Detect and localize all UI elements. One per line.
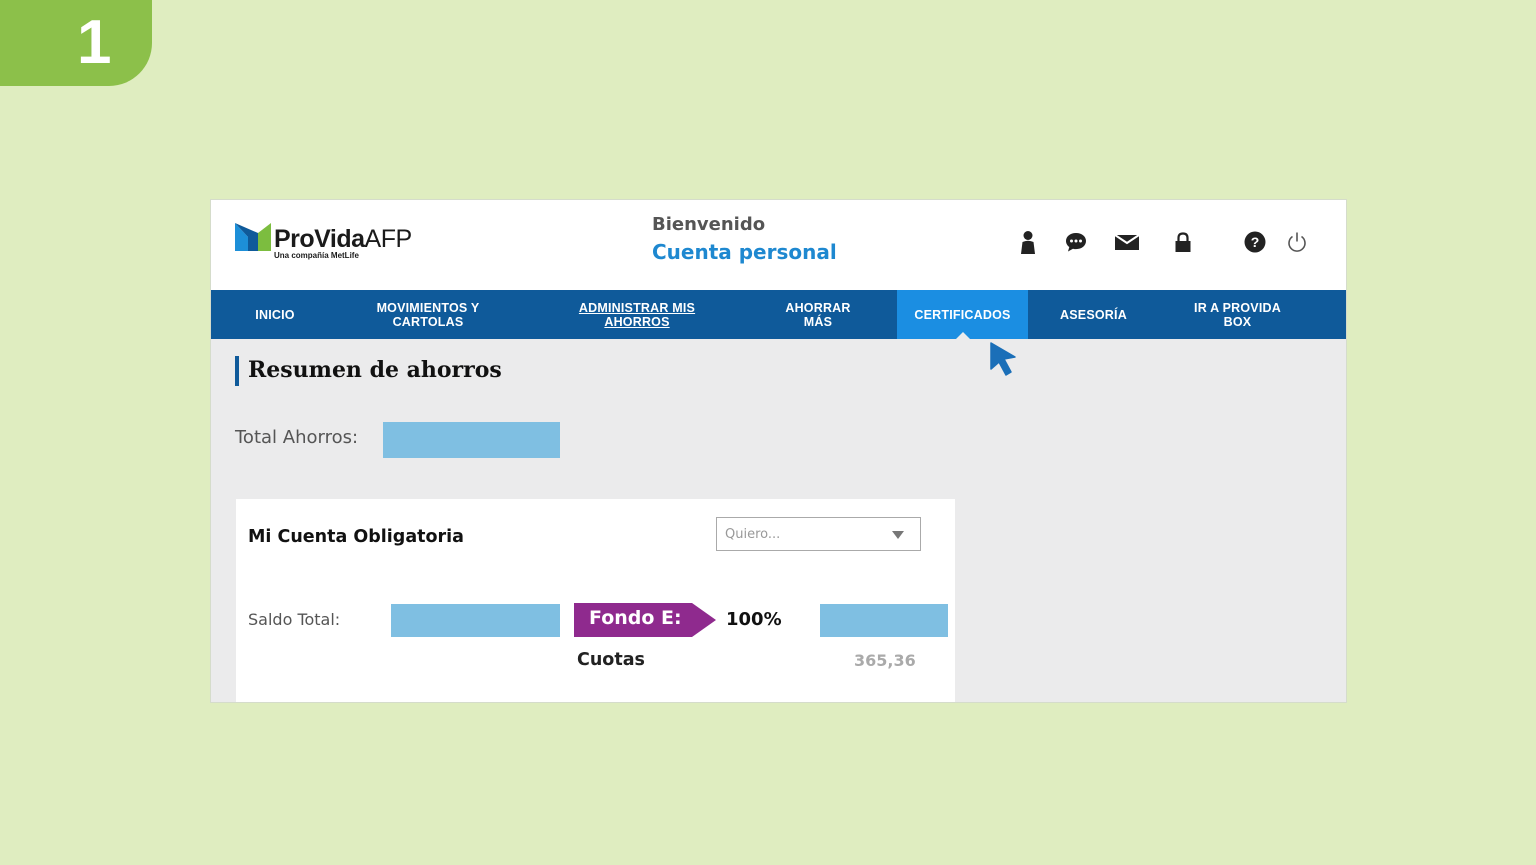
step-number: 1 bbox=[77, 8, 112, 77]
lock-icon[interactable] bbox=[1171, 230, 1195, 254]
total-ahorros-label: Total Ahorros: bbox=[235, 427, 359, 448]
chat-icon[interactable] bbox=[1064, 230, 1088, 254]
user-icon[interactable] bbox=[1016, 230, 1040, 254]
total-ahorros-value-masked bbox=[383, 422, 560, 458]
saldo-total-value-masked bbox=[391, 604, 560, 637]
dropdown-arrow-icon bbox=[892, 531, 904, 539]
nav-item-asesoria[interactable]: ASESORÍA bbox=[1028, 290, 1159, 339]
power-icon[interactable] bbox=[1285, 230, 1309, 254]
welcome-text: Bienvenido bbox=[652, 214, 766, 235]
main-nav: INICIO MOVIMIENTOS Y CARTOLAS ADMINISTRA… bbox=[211, 290, 1346, 339]
card-title: Mi Cuenta Obligatoria bbox=[248, 527, 464, 547]
nav-item-inicio[interactable]: INICIO bbox=[211, 290, 339, 339]
cuotas-value: 365,36 bbox=[854, 651, 916, 670]
brand-tagline: Una compañía MetLife bbox=[274, 251, 359, 260]
account-card: Mi Cuenta Obligatoria Quiero... Saldo To… bbox=[236, 499, 955, 702]
nav-item-movimientos[interactable]: MOVIMIENTOS Y CARTOLAS bbox=[339, 290, 517, 339]
brand-name: ProVidaAFP bbox=[274, 225, 412, 253]
title-accent-bar bbox=[235, 356, 239, 386]
mouse-pointer-icon bbox=[990, 342, 1016, 376]
header: ProVidaAFP Una compañía MetLife Bienveni… bbox=[211, 200, 1346, 290]
select-placeholder: Quiero... bbox=[725, 527, 781, 542]
quiero-select[interactable]: Quiero... bbox=[716, 517, 921, 551]
fondo-label: Fondo E: bbox=[589, 607, 682, 629]
mail-icon[interactable] bbox=[1114, 230, 1140, 254]
step-badge: 1 bbox=[0, 0, 152, 86]
nav-item-administrar[interactable]: ADMINISTRAR MIS AHORROS bbox=[517, 290, 757, 339]
saldo-total-label: Saldo Total: bbox=[248, 610, 341, 629]
provida-logo-icon bbox=[235, 223, 271, 251]
help-icon[interactable]: ? bbox=[1243, 230, 1267, 254]
app-window: ProVidaAFP Una compañía MetLife Bienveni… bbox=[211, 200, 1346, 702]
fondo-value-masked bbox=[820, 604, 948, 637]
account-type: Cuenta personal bbox=[652, 240, 837, 264]
page-title: Resumen de ahorros bbox=[248, 357, 502, 383]
nav-item-ahorrar[interactable]: AHORRAR MÁS bbox=[757, 290, 879, 339]
svg-text:?: ? bbox=[1251, 234, 1260, 250]
fondo-percent: 100% bbox=[726, 609, 782, 630]
active-tab-caret bbox=[956, 332, 970, 339]
cuotas-label: Cuotas bbox=[577, 650, 645, 670]
nav-item-provida-box[interactable]: IR A PROVIDA BOX bbox=[1159, 290, 1316, 339]
